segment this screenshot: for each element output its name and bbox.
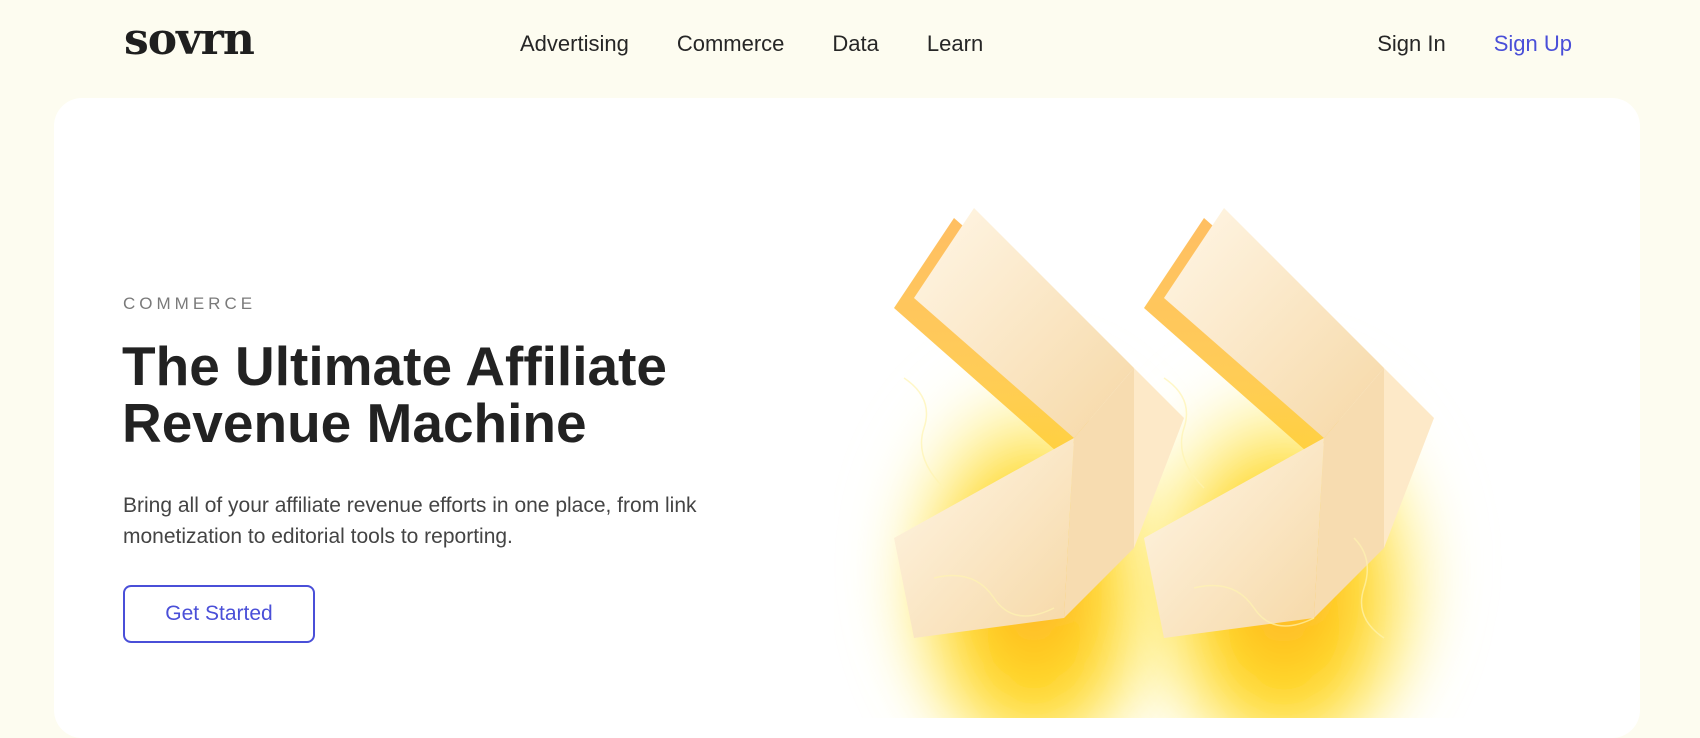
sovrn-logo[interactable]: sovrn — [124, 18, 255, 62]
nav-item-data[interactable]: Data — [832, 30, 878, 58]
hero-subtext: Bring all of your affiliate revenue effo… — [123, 494, 697, 548]
hero-headline: The Ultimate Affiliate Revenue Machine — [122, 335, 667, 454]
main-nav: Advertising Commerce Data Learn — [520, 30, 1031, 58]
double-chevron-right-icon — [884, 208, 1444, 718]
get-started-button[interactable]: Get Started — [123, 585, 315, 643]
sign-in-link[interactable]: Sign In — [1377, 30, 1446, 58]
auth-links: Sign In Sign Up — [1377, 30, 1572, 58]
hero-eyebrow: COMMERCE — [123, 294, 257, 313]
site-header: sovrn Advertising Commerce Data Learn Si… — [0, 0, 1700, 88]
hero-card: COMMERCE The Ultimate Affiliate Revenue … — [54, 98, 1640, 738]
nav-item-advertising[interactable]: Advertising — [520, 30, 629, 58]
nav-item-learn[interactable]: Learn — [927, 30, 983, 58]
nav-item-commerce[interactable]: Commerce — [677, 30, 785, 58]
sign-up-link[interactable]: Sign Up — [1494, 30, 1572, 58]
